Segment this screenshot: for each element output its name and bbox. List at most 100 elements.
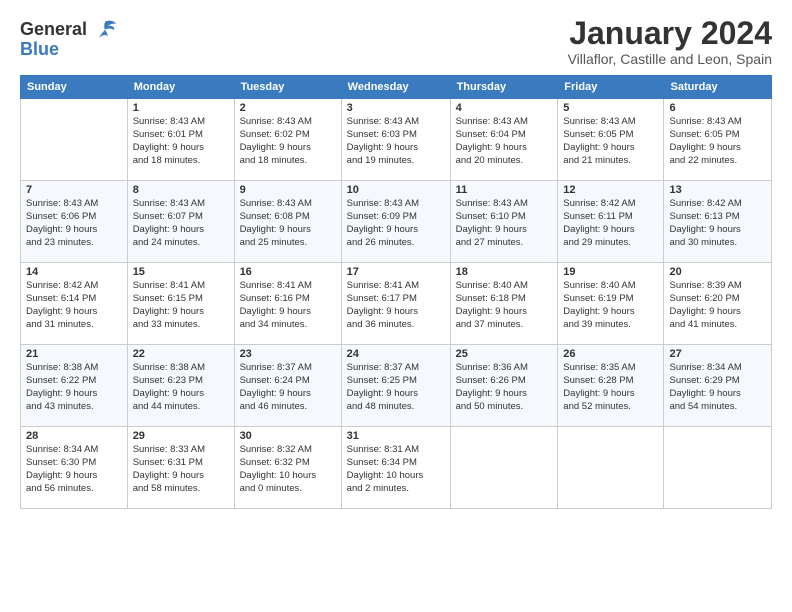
col-sunday: Sunday <box>21 76 128 99</box>
calendar-cell: 1 Sunrise: 8:43 AMSunset: 6:01 PMDaylight… <box>127 99 234 181</box>
calendar-week-row: 21 Sunrise: 8:38 AMSunset: 6:22 PMDayligh… <box>21 345 772 427</box>
day-number: 23 <box>240 348 336 360</box>
calendar-cell: 4Sunrise: 8:43 AMSunset: 6:04 PMDaylight… <box>450 99 558 181</box>
day-info: Sunrise: 8:42 AMSunset: 6:14 PMDaylight:… <box>26 280 122 331</box>
day-number: 8 <box>133 184 229 196</box>
calendar-cell <box>558 427 664 509</box>
day-number: 11 <box>456 184 553 196</box>
calendar-cell: 2 Sunrise: 8:43 AMSunset: 6:02 PMDaylight… <box>234 99 341 181</box>
day-info: Sunrise: 8:43 AMSunset: 6:08 PMDaylight:… <box>240 198 336 249</box>
calendar-cell: 19Sunrise: 8:40 AMSunset: 6:19 PMDayligh… <box>558 263 664 345</box>
day-info: Sunrise: 8:40 AMSunset: 6:19 PMDaylight:… <box>563 280 658 331</box>
day-info: Sunrise: 8:37 AMSunset: 6:25 PMDaylight:… <box>347 362 445 413</box>
day-number: 10 <box>347 184 445 196</box>
calendar-cell: 23 Sunrise: 8:37 AMSunset: 6:24 PMDayligh… <box>234 345 341 427</box>
day-info: Sunrise: 8:42 AMSunset: 6:11 PMDaylight:… <box>563 198 658 249</box>
day-number: 21 <box>26 348 122 360</box>
day-info: Sunrise: 8:42 AMSunset: 6:13 PMDaylight:… <box>669 198 766 249</box>
day-number: 18 <box>456 266 553 278</box>
calendar-page: General Blue January 2024 Villaflor, Cas… <box>0 0 792 612</box>
day-number: 31 <box>347 430 445 442</box>
day-number: 6 <box>669 102 766 114</box>
day-number: 30 <box>240 430 336 442</box>
day-number: 20 <box>669 266 766 278</box>
day-info: Sunrise: 8:43 AMSunset: 6:10 PMDaylight:… <box>456 198 553 249</box>
calendar-cell: 20 Sunrise: 8:39 AMSunset: 6:20 PMDayligh… <box>664 263 772 345</box>
calendar-cell <box>664 427 772 509</box>
day-info: Sunrise: 8:33 AMSunset: 6:31 PMDaylight:… <box>133 444 229 495</box>
calendar-cell: 10Sunrise: 8:43 AMSunset: 6:09 PMDayligh… <box>341 181 450 263</box>
calendar-cell: 31 Sunrise: 8:31 AMSunset: 6:34 PMDayligh… <box>341 427 450 509</box>
col-tuesday: Tuesday <box>234 76 341 99</box>
day-info: Sunrise: 8:37 AMSunset: 6:24 PMDaylight:… <box>240 362 336 413</box>
calendar-cell: 21 Sunrise: 8:38 AMSunset: 6:22 PMDayligh… <box>21 345 128 427</box>
calendar-cell: 15 Sunrise: 8:41 AMSunset: 6:15 PMDayligh… <box>127 263 234 345</box>
day-number: 28 <box>26 430 122 442</box>
day-number: 13 <box>669 184 766 196</box>
day-info: Sunrise: 8:39 AMSunset: 6:20 PMDaylight:… <box>669 280 766 331</box>
day-number: 27 <box>669 348 766 360</box>
day-number: 26 <box>563 348 658 360</box>
day-number: 4 <box>456 102 553 114</box>
calendar-cell: 18 Sunrise: 8:40 AMSunset: 6:18 PMDayligh… <box>450 263 558 345</box>
calendar-week-row: 14 Sunrise: 8:42 AMSunset: 6:14 PMDayligh… <box>21 263 772 345</box>
day-number: 1 <box>133 102 229 114</box>
day-info: Sunrise: 8:31 AMSunset: 6:34 PMDaylight:… <box>347 444 445 495</box>
calendar-cell <box>21 99 128 181</box>
logo-bird-icon <box>94 20 116 40</box>
header-row: Sunday Monday Tuesday Wednesday Thursday… <box>21 76 772 99</box>
day-number: 7 <box>26 184 122 196</box>
calendar-cell: 22Sunrise: 8:38 AMSunset: 6:23 PMDayligh… <box>127 345 234 427</box>
day-number: 9 <box>240 184 336 196</box>
calendar-cell: 17 Sunrise: 8:41 AMSunset: 6:17 PMDayligh… <box>341 263 450 345</box>
day-number: 3 <box>347 102 445 114</box>
day-info: Sunrise: 8:36 AMSunset: 6:26 PMDaylight:… <box>456 362 553 413</box>
day-number: 29 <box>133 430 229 442</box>
calendar-cell: 28 Sunrise: 8:34 AMSunset: 6:30 PMDayligh… <box>21 427 128 509</box>
calendar-cell: 26 Sunrise: 8:35 AMSunset: 6:28 PMDayligh… <box>558 345 664 427</box>
logo-line2: Blue <box>20 40 59 60</box>
day-info: Sunrise: 8:43 AMSunset: 6:02 PMDaylight:… <box>240 116 336 167</box>
calendar-cell: 11 Sunrise: 8:43 AMSunset: 6:10 PMDayligh… <box>450 181 558 263</box>
day-number: 12 <box>563 184 658 196</box>
col-friday: Friday <box>558 76 664 99</box>
day-info: Sunrise: 8:43 AMSunset: 6:07 PMDaylight:… <box>133 198 229 249</box>
calendar-cell: 12 Sunrise: 8:42 AMSunset: 6:11 PMDayligh… <box>558 181 664 263</box>
day-number: 16 <box>240 266 336 278</box>
day-info: Sunrise: 8:35 AMSunset: 6:28 PMDaylight:… <box>563 362 658 413</box>
day-info: Sunrise: 8:41 AMSunset: 6:17 PMDaylight:… <box>347 280 445 331</box>
calendar-cell: 30 Sunrise: 8:32 AMSunset: 6:32 PMDayligh… <box>234 427 341 509</box>
day-info: Sunrise: 8:34 AMSunset: 6:30 PMDaylight:… <box>26 444 122 495</box>
day-info: Sunrise: 8:43 AMSunset: 6:01 PMDaylight:… <box>133 116 229 167</box>
calendar-cell: 3 Sunrise: 8:43 AMSunset: 6:03 PMDaylight… <box>341 99 450 181</box>
calendar-cell: 14 Sunrise: 8:42 AMSunset: 6:14 PMDayligh… <box>21 263 128 345</box>
calendar-cell: 5 Sunrise: 8:43 AMSunset: 6:05 PMDaylight… <box>558 99 664 181</box>
calendar-cell: 16Sunrise: 8:41 AMSunset: 6:16 PMDayligh… <box>234 263 341 345</box>
day-info: Sunrise: 8:43 AMSunset: 6:05 PMDaylight:… <box>669 116 766 167</box>
calendar-cell: 13 Sunrise: 8:42 AMSunset: 6:13 PMDayligh… <box>664 181 772 263</box>
day-info: Sunrise: 8:41 AMSunset: 6:15 PMDaylight:… <box>133 280 229 331</box>
day-number: 17 <box>347 266 445 278</box>
col-saturday: Saturday <box>664 76 772 99</box>
calendar-cell: 29 Sunrise: 8:33 AMSunset: 6:31 PMDayligh… <box>127 427 234 509</box>
day-info: Sunrise: 8:38 AMSunset: 6:22 PMDaylight:… <box>26 362 122 413</box>
day-number: 15 <box>133 266 229 278</box>
day-number: 5 <box>563 102 658 114</box>
col-wednesday: Wednesday <box>341 76 450 99</box>
calendar-week-row: 1 Sunrise: 8:43 AMSunset: 6:01 PMDaylight… <box>21 99 772 181</box>
calendar-cell <box>450 427 558 509</box>
calendar-week-row: 7Sunrise: 8:43 AMSunset: 6:06 PMDaylight… <box>21 181 772 263</box>
day-info: Sunrise: 8:43 AMSunset: 6:03 PMDaylight:… <box>347 116 445 167</box>
day-info: Sunrise: 8:38 AMSunset: 6:23 PMDaylight:… <box>133 362 229 413</box>
day-number: 2 <box>240 102 336 114</box>
calendar-cell: 6 Sunrise: 8:43 AMSunset: 6:05 PMDaylight… <box>664 99 772 181</box>
day-info: Sunrise: 8:32 AMSunset: 6:32 PMDaylight:… <box>240 444 336 495</box>
calendar-cell: 8 Sunrise: 8:43 AMSunset: 6:07 PMDaylight… <box>127 181 234 263</box>
day-info: Sunrise: 8:43 AMSunset: 6:05 PMDaylight:… <box>563 116 658 167</box>
calendar-cell: 7Sunrise: 8:43 AMSunset: 6:06 PMDaylight… <box>21 181 128 263</box>
day-number: 24 <box>347 348 445 360</box>
day-number: 14 <box>26 266 122 278</box>
col-thursday: Thursday <box>450 76 558 99</box>
location-subtitle: Villaflor, Castille and Leon, Spain <box>568 51 772 67</box>
day-info: Sunrise: 8:40 AMSunset: 6:18 PMDaylight:… <box>456 280 553 331</box>
